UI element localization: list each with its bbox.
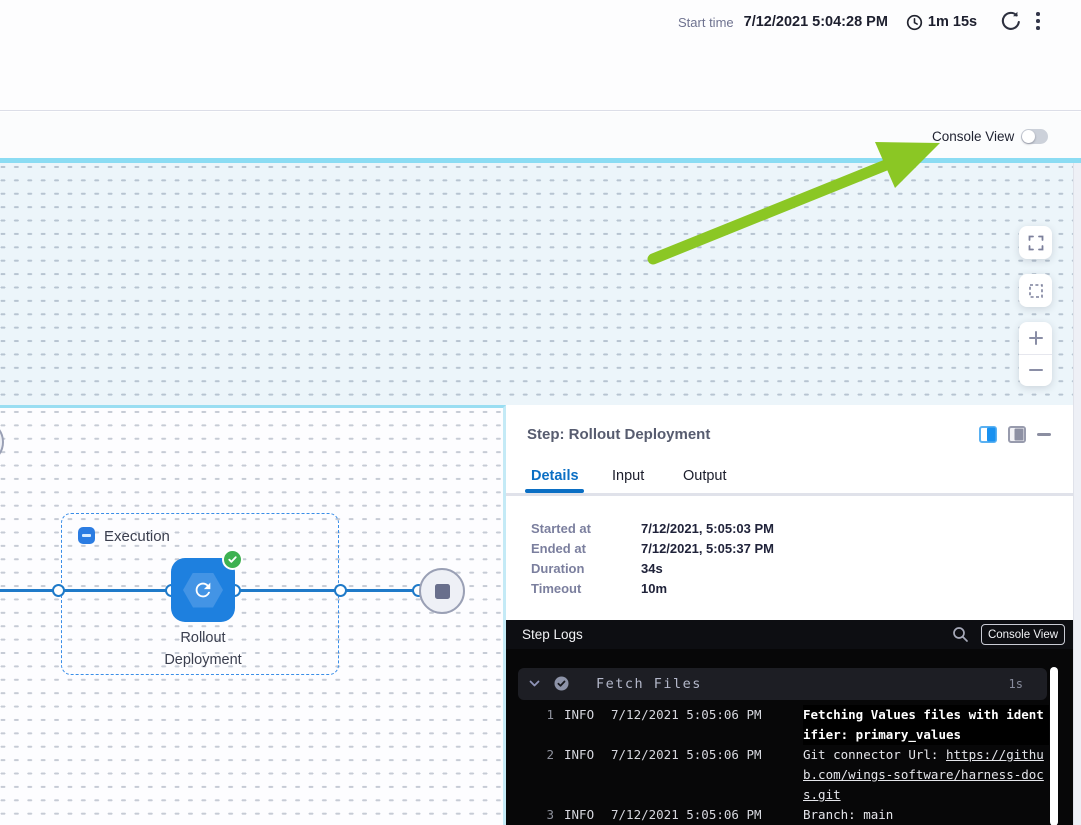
console-view-button[interactable]: Console View xyxy=(981,624,1065,645)
zoom-controls xyxy=(1019,322,1052,386)
execution-header: Start time 7/12/2021 5:04:28 PM 1m 15s xyxy=(0,0,1081,111)
more-options-button[interactable] xyxy=(1031,10,1045,32)
log-section-fetch-files[interactable]: Fetch Files 1s xyxy=(518,668,1047,700)
log-message: Branch: main xyxy=(803,805,1049,825)
clock-icon xyxy=(906,14,923,31)
chevron-down-icon[interactable] xyxy=(528,677,541,690)
log-level: INFO xyxy=(564,805,608,825)
fullscreen-button[interactable] xyxy=(1019,226,1052,259)
execution-graph-canvas[interactable]: Execution Rollout Deployment xyxy=(0,405,506,825)
collapse-group-button[interactable] xyxy=(78,527,95,544)
pipeline-execution-screen: Start time 7/12/2021 5:04:28 PM 1m 15s C… xyxy=(0,0,1081,825)
elapsed-time: 1m 15s xyxy=(928,14,977,30)
log-line-number: 3 xyxy=(506,805,554,825)
detail-label: Duration xyxy=(531,561,641,576)
log-viewer[interactable]: Fetch Files 1s 1 INFO 7/12/2021 5:05:06 … xyxy=(506,649,1073,825)
console-view-label: Console View xyxy=(932,129,1014,144)
detail-label: Started at xyxy=(531,521,641,536)
execution-group-label: Execution xyxy=(104,528,170,545)
step-details-panel: Step: Rollout Deployment Details Input O… xyxy=(506,405,1073,825)
panel-view-button[interactable] xyxy=(1008,426,1026,443)
log-timestamp: 7/12/2021 5:05:06 PM xyxy=(611,745,798,765)
log-line: 1 INFO 7/12/2021 5:05:06 PM Fetching Val… xyxy=(506,705,1061,745)
start-time-label: Start time xyxy=(678,15,734,30)
tab-input[interactable]: Input xyxy=(612,468,644,484)
elapsed-group: 1m 15s xyxy=(906,14,977,31)
log-scrollbar[interactable] xyxy=(1050,667,1058,825)
log-message: Fetching Values files with identifier: p… xyxy=(803,705,1049,745)
detail-value: 34s xyxy=(641,561,663,576)
detail-label: Ended at xyxy=(531,541,641,556)
log-message: Git connector Url: https://github.com/wi… xyxy=(803,745,1049,805)
detail-row-started: Started at 7/12/2021, 5:05:03 PM xyxy=(531,521,774,536)
toggle-knob xyxy=(1022,130,1035,143)
detail-row-timeout: Timeout 10m xyxy=(531,581,667,596)
step-logs-bar: Step Logs Console View xyxy=(506,620,1073,649)
start-time-group: Start time 7/12/2021 5:04:28 PM 1m 15s xyxy=(678,10,977,34)
log-line-number: 2 xyxy=(506,745,554,765)
detail-value: 10m xyxy=(641,581,667,596)
split-view-button[interactable] xyxy=(979,426,997,443)
log-line-number: 1 xyxy=(506,705,554,725)
detail-value: 7/12/2021, 5:05:03 PM xyxy=(641,521,774,536)
detail-row-ended: Ended at 7/12/2021, 5:05:37 PM xyxy=(531,541,774,556)
step-node-label: Rollout Deployment xyxy=(123,627,283,671)
tab-output[interactable]: Output xyxy=(683,468,727,484)
tabs-divider xyxy=(506,493,1073,497)
log-section-duration: 1s xyxy=(1009,677,1023,691)
start-time-value: 7/12/2021 5:04:28 PM xyxy=(744,14,888,30)
rollout-hexagon-icon xyxy=(183,573,223,608)
log-level: INFO xyxy=(564,705,608,725)
zoom-in-button[interactable] xyxy=(1019,322,1052,355)
offscreen-node xyxy=(0,420,4,464)
page-scrollbar[interactable] xyxy=(1073,163,1081,825)
tab-details[interactable]: Details xyxy=(531,468,579,484)
step-logs-title: Step Logs xyxy=(522,627,583,642)
view-toolbar xyxy=(0,112,1081,158)
zoom-out-button[interactable] xyxy=(1019,355,1052,387)
detail-value: 7/12/2021, 5:05:37 PM xyxy=(641,541,774,556)
search-icon[interactable] xyxy=(952,626,969,643)
detail-label: Timeout xyxy=(531,581,641,596)
connector-dot xyxy=(334,584,347,597)
pipeline-canvas[interactable] xyxy=(0,163,1073,405)
stop-icon xyxy=(435,584,450,599)
log-level: INFO xyxy=(564,745,608,765)
section-success-icon xyxy=(554,676,569,691)
fit-selection-button[interactable] xyxy=(1019,274,1052,307)
stop-node[interactable] xyxy=(419,568,465,614)
panel-title: Step: Rollout Deployment xyxy=(527,426,710,443)
log-line: 2 INFO 7/12/2021 5:05:06 PM Git connecto… xyxy=(506,745,1061,805)
minimize-panel-button[interactable] xyxy=(1037,433,1051,436)
refresh-button[interactable] xyxy=(999,9,1023,33)
detail-row-duration: Duration 34s xyxy=(531,561,663,576)
success-check-icon xyxy=(222,549,243,570)
log-section-name: Fetch Files xyxy=(596,676,702,692)
log-timestamp: 7/12/2021 5:05:06 PM xyxy=(611,805,798,825)
connector-dot xyxy=(52,584,65,597)
log-timestamp: 7/12/2021 5:05:06 PM xyxy=(611,705,798,725)
console-view-toggle[interactable] xyxy=(1021,129,1048,144)
log-line: 3 INFO 7/12/2021 5:05:06 PM Branch: main xyxy=(506,805,1061,825)
